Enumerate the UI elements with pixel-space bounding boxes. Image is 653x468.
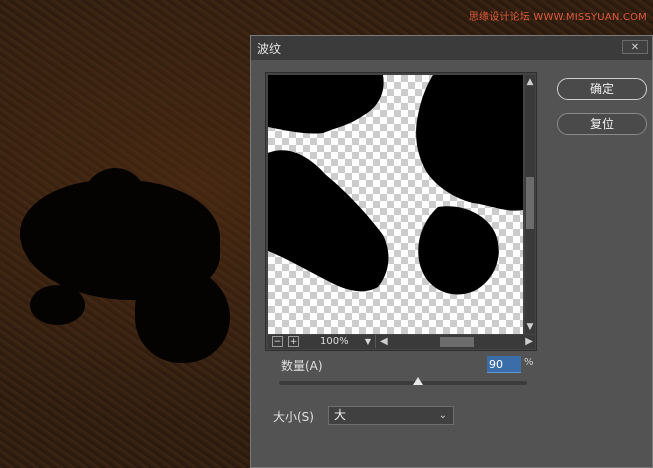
- chevron-down-icon: ⌄: [438, 410, 447, 421]
- amount-slider-thumb[interactable]: [412, 377, 423, 385]
- close-button[interactable]: ✕: [622, 40, 648, 54]
- preview-panel: ▲ ▼ − + 100% ▼ ◀ ▶: [265, 72, 537, 351]
- zoom-level-select[interactable]: 100% ▼: [306, 335, 376, 348]
- preview-shape-right: [416, 75, 523, 211]
- size-select[interactable]: 大 ⌄: [328, 406, 454, 425]
- preview-shape-left: [268, 150, 389, 292]
- scroll-right-icon[interactable]: ▶: [525, 335, 533, 349]
- dialog-title: 波纹: [257, 42, 282, 56]
- reset-button[interactable]: 复位: [557, 113, 647, 135]
- size-label: 大小(S): [273, 410, 314, 424]
- horizontal-scroll-thumb[interactable]: [440, 337, 474, 347]
- ripple-dialog: 波纹 ✕ ▲ ▼ − + 100% ▼ ◀ ▶ 确定 复位 数量(A) 90 %…: [250, 35, 653, 468]
- ok-button[interactable]: 确定: [557, 78, 647, 100]
- zoom-in-button[interactable]: +: [288, 336, 299, 347]
- canvas-shape: [30, 285, 85, 325]
- watermark-url: 思缘设计论坛 WWW.MISSYUAN.COM: [468, 12, 647, 23]
- amount-label: 数量(A): [281, 359, 323, 373]
- scroll-up-icon[interactable]: ▲: [525, 77, 535, 87]
- canvas-shape: [135, 268, 230, 363]
- preview-vertical-scrollbar[interactable]: ▲ ▼: [525, 75, 535, 334]
- preview-horizontal-scrollbar[interactable]: ◀ ▶: [380, 335, 535, 349]
- scroll-down-icon[interactable]: ▼: [525, 322, 535, 332]
- scroll-left-icon[interactable]: ◀: [380, 335, 388, 349]
- vertical-scroll-thumb[interactable]: [526, 177, 534, 229]
- canvas-shape: [80, 168, 150, 248]
- amount-unit: %: [524, 357, 534, 368]
- zoom-level-value: 100%: [320, 336, 349, 347]
- size-selected-value: 大: [334, 408, 347, 422]
- preview-shape-top-left: [268, 75, 384, 134]
- dialog-titlebar[interactable]: 波纹 ✕: [251, 36, 652, 60]
- preview-toolbar: − + 100% ▼ ◀ ▶: [268, 335, 535, 349]
- chevron-down-icon: ▼: [364, 337, 371, 346]
- preview-shapes: [268, 75, 523, 295]
- amount-slider[interactable]: [279, 381, 527, 385]
- amount-input[interactable]: [487, 356, 521, 373]
- zoom-out-button[interactable]: −: [272, 336, 283, 347]
- preview-shape-bottom: [418, 206, 499, 295]
- preview-image[interactable]: [268, 75, 523, 334]
- close-icon: ✕: [630, 42, 640, 53]
